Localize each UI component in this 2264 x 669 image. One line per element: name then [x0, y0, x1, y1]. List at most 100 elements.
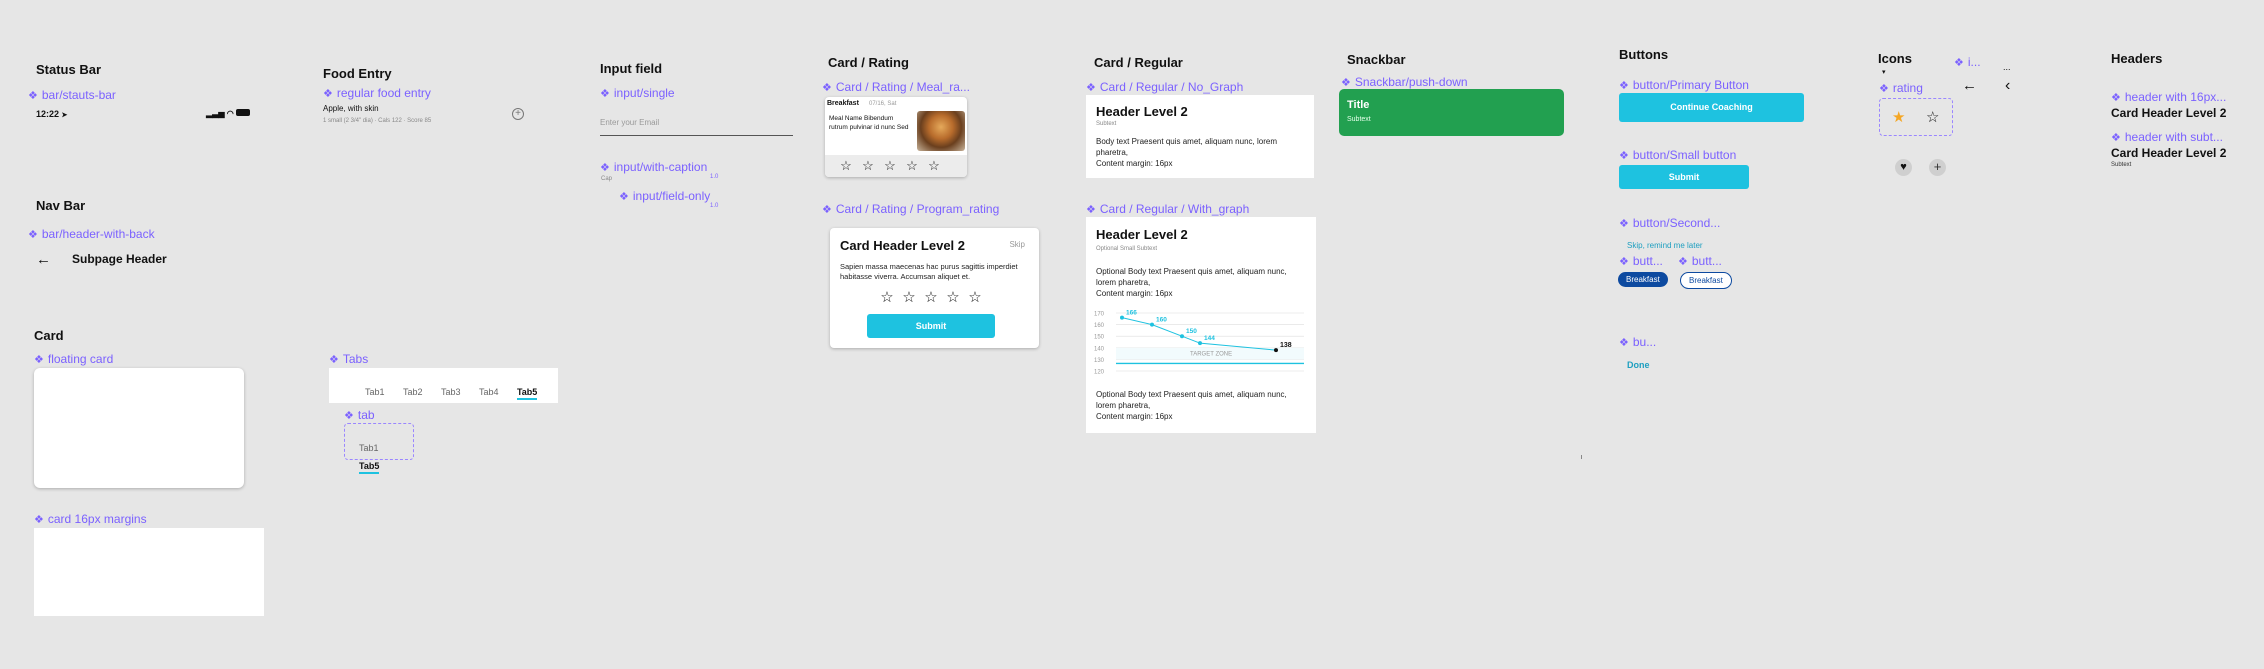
no-graph-body: Body text Praesent quis amet, aliquam nu… [1096, 137, 1277, 157]
star-icon[interactable]: ☆ [964, 288, 986, 306]
floating-card [34, 368, 244, 488]
snackbar[interactable]: Title Subtext [1339, 89, 1564, 136]
data-label: 138 [1280, 342, 1292, 349]
caption-left: Cap [601, 176, 613, 182]
program-card-body: Sapien massa maecenas hac purus sagittis… [840, 262, 1018, 281]
input-field-only-component-label: ❖ input/field-only [619, 189, 711, 203]
subpage-header: Subpage Header [72, 252, 167, 266]
primary-button-component-label: ❖ button/Primary Button [1619, 78, 1749, 92]
food-entry-section-title: Food Entry [323, 66, 392, 81]
data-point [1150, 322, 1154, 327]
header-subtext: Subtext [2111, 162, 2132, 168]
program-submit-button[interactable]: Submit [867, 314, 995, 338]
rating-icon-variants: ★ ☆ [1879, 98, 1953, 136]
program-card-header: Card Header Level 2 [840, 238, 966, 253]
back-arrow-icon[interactable]: ← [36, 251, 51, 268]
floating-card-component-label: ❖ floating card [34, 352, 114, 366]
input-caption-component-label: ❖ input/with-caption [600, 160, 708, 174]
add-food-icon[interactable]: + [512, 108, 524, 120]
meal-rating-card: Breakfast 07/16, Sat Meal Name Bibendum … [825, 97, 967, 177]
arrow-left-icon[interactable]: ← [1962, 77, 1977, 94]
star-icon[interactable]: ☆ [876, 288, 898, 306]
star-icon[interactable]: ☆ [901, 158, 923, 174]
nav-bar-component-label: ❖ bar/header-with-back [28, 227, 155, 241]
data-point [1198, 341, 1202, 346]
caret-down-icon: ▾ [1882, 69, 1886, 76]
food-entry-component-label: ❖ regular food entry [323, 86, 431, 100]
star-outline-icon[interactable]: ☆ [1926, 108, 1939, 126]
tab-small-1[interactable]: Tab1 [359, 443, 379, 453]
plus-icon[interactable]: + [1929, 159, 1946, 176]
star-icon[interactable]: ☆ [835, 158, 857, 174]
location-icon: ➤ [61, 112, 68, 119]
breakfast-chip-outline[interactable]: Breakfast [1680, 272, 1732, 289]
small-submit-button[interactable]: Submit [1619, 165, 1749, 189]
i-component-label: ❖ i... [1954, 55, 1981, 69]
more-icon[interactable]: ... [2003, 62, 2011, 72]
input-field-section-title: Input field [600, 61, 663, 76]
tabs-bar: Tab1 Tab2 Tab3 Tab4 Tab5 [329, 368, 558, 403]
skip-link[interactable]: Skip [1009, 240, 1025, 249]
card-regular-section-title: Card / Regular [1094, 55, 1183, 70]
graph-body: Optional Body text Praesent quis amet, a… [1096, 267, 1287, 287]
no-graph-margin-note: Content margin: 16px [1096, 159, 1173, 168]
data-point [1180, 334, 1184, 339]
tabs-component-label: ❖ Tabs [329, 352, 369, 366]
tab-4[interactable]: Tab4 [479, 387, 499, 397]
star-icon[interactable]: ☆ [923, 158, 945, 174]
header-16px-component-label: ❖ header with 16px... [2111, 90, 2227, 104]
text-button-component-label: ❖ bu... [1619, 335, 1657, 349]
card-margins-component-label: ❖ card 16px margins [34, 512, 147, 526]
data-label: 166 [1126, 310, 1137, 317]
caption-right: 1.0 [710, 174, 719, 180]
food-detail: 1 small (2 3/4" dia) · Cals 122 · Score … [323, 118, 432, 124]
tab-3[interactable]: Tab3 [441, 387, 461, 397]
tab-small-5[interactable]: Tab5 [359, 461, 380, 474]
done-button[interactable]: Done [1627, 360, 1650, 370]
star-icon[interactable]: ☆ [898, 288, 920, 306]
star-icon[interactable]: ☆ [857, 158, 879, 174]
meal-star-row: ☆ ☆ ☆ ☆ ☆ [825, 155, 967, 177]
tab-5[interactable]: Tab5 [516, 387, 538, 400]
star-icon[interactable]: ☆ [920, 288, 942, 306]
card-header-level-2-b: Card Header Level 2 [2111, 146, 2227, 160]
field-only-right: 1.0 [710, 203, 719, 209]
program-star-row: ☆ ☆ ☆ ☆ ☆ [876, 288, 986, 307]
continue-coaching-button[interactable]: Continue Coaching [1619, 93, 1804, 122]
tab-variants: Tab1 Tab5 [344, 423, 414, 474]
star-icon[interactable]: ☆ [879, 158, 901, 174]
snackbar-title: Title [1347, 99, 1370, 111]
card-rating-section-title: Card / Rating [828, 55, 909, 70]
y-tick-label: 140 [1094, 346, 1105, 352]
chevron-left-icon[interactable]: ‹ [2005, 77, 2010, 95]
target-zone-label: TARGET ZONE [1190, 352, 1232, 358]
icons-section-title: Icons [1878, 51, 1912, 66]
with-graph-card: Header Level 2 Optional Small Subtext Op… [1086, 217, 1316, 433]
snackbar-section-title: Snackbar [1347, 52, 1406, 67]
tab-1[interactable]: Tab1 [365, 387, 385, 397]
star-filled-icon[interactable]: ★ [1892, 108, 1905, 126]
tab-2[interactable]: Tab2 [403, 387, 423, 397]
y-tick-label: 170 [1094, 312, 1105, 318]
small-button-component-label: ❖ button/Small button [1619, 148, 1737, 162]
meal-date: 07/16, Sat [869, 101, 897, 107]
email-input[interactable]: Enter your Email [600, 118, 793, 136]
star-icon[interactable]: ☆ [942, 288, 964, 306]
rating-component-label: ❖ rating [1879, 81, 1923, 95]
breakfast-chip-filled[interactable]: Breakfast [1618, 272, 1668, 287]
card-section-title: Card [34, 328, 64, 343]
weight-chart: 170 160 150 140 130 120 TARGET ZONE 166 160 150 14… [1094, 310, 1304, 376]
heart-icon[interactable]: ♥ [1895, 159, 1912, 176]
graph-margin-note-2: Content margin: 16px [1096, 412, 1173, 421]
data-label: 160 [1156, 317, 1167, 324]
y-tick-label: 120 [1094, 370, 1105, 376]
snackbar-subtext: Subtext [1347, 116, 1371, 123]
no-graph-header: Header Level 2 [1096, 104, 1188, 119]
header-subtext-component-label: ❖ header with subt... [2111, 130, 2223, 144]
wifi-icon: ◠ [226, 109, 234, 118]
nav-bar-section-title: Nav Bar [36, 198, 86, 213]
meal-label: Breakfast [827, 100, 859, 107]
skip-remind-link[interactable]: Skip, remind me later [1627, 241, 1703, 250]
data-label: 144 [1204, 335, 1215, 342]
graph-header: Header Level 2 [1096, 227, 1188, 242]
